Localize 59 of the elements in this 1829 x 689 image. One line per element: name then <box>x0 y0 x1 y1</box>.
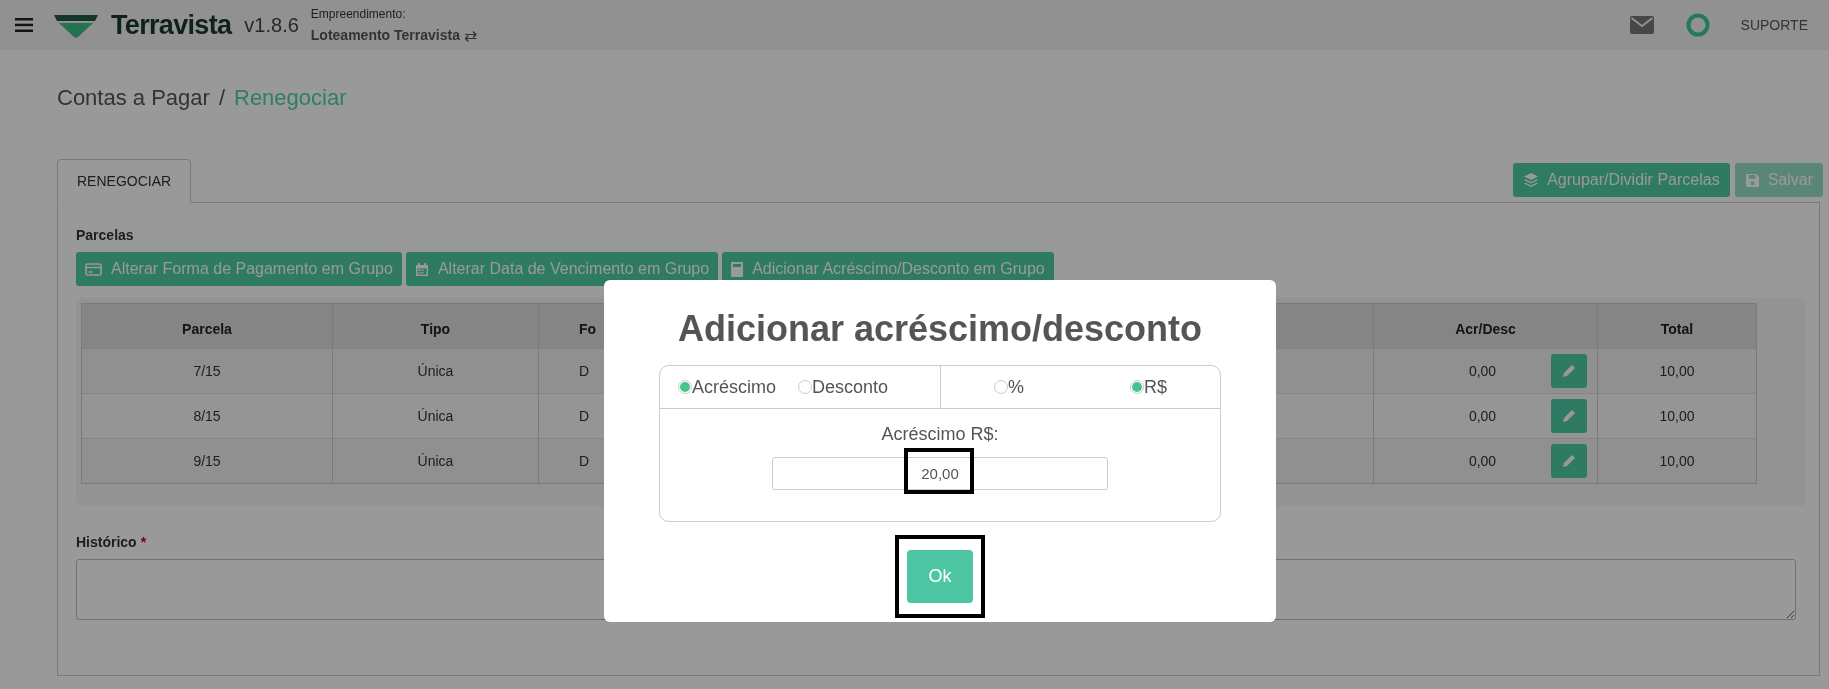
radio-button[interactable] <box>798 380 812 394</box>
column-header: Total <box>1660 320 1694 339</box>
table-cell-text: 0,00 <box>1467 361 1498 381</box>
radio-label[interactable]: Desconto <box>812 373 889 401</box>
table-cell-text: 9/15 <box>193 451 221 471</box>
ok-button[interactable]: Ok <box>907 550 973 603</box>
logo-icon <box>53 12 99 38</box>
table-cell-text: D <box>579 406 590 426</box>
column-header: Acr/Desc <box>1455 320 1516 339</box>
credit-card-icon <box>85 262 102 276</box>
calendar-icon <box>414 261 429 277</box>
required-mark: * <box>140 533 147 552</box>
project-label: Empreendimento: <box>310 6 407 22</box>
table-cell-text: 10,00 <box>1659 451 1695 471</box>
tab[interactable]: RENEGOCIAR <box>57 159 192 203</box>
table-cell-text: Única <box>417 406 454 426</box>
table-cell-text: 0,00 <box>1467 406 1498 426</box>
table-cell-text: Única <box>417 361 454 381</box>
edit-button[interactable] <box>1551 399 1587 433</box>
radio-label[interactable]: % <box>1008 373 1024 401</box>
radio-button[interactable] <box>678 380 692 394</box>
breadcrumb-link[interactable]: Contas a Pagar <box>57 80 210 114</box>
column-header: Fo <box>579 320 597 339</box>
layers-icon <box>1523 172 1540 188</box>
radio-button[interactable] <box>1130 380 1144 394</box>
section-title: Parcelas <box>76 226 135 245</box>
table-cell-text: Única <box>417 451 454 471</box>
pencil-icon <box>1562 454 1576 468</box>
edit-button[interactable] <box>1551 354 1587 388</box>
menu-icon[interactable] <box>15 18 33 32</box>
table-cell-text: 10,00 <box>1659 406 1695 426</box>
table-cell-text: 8/15 <box>193 406 221 426</box>
field-label: Acréscimo R$: <box>881 423 999 445</box>
breadcrumb-separator: / <box>218 83 225 112</box>
table-cell-text: 10,00 <box>1659 361 1695 381</box>
table-cell-text: 0,00 <box>1467 451 1498 471</box>
support-link[interactable]: SUPORTE <box>1740 14 1808 36</box>
pencil-icon <box>1562 364 1576 378</box>
radio-label[interactable]: R$ <box>1144 373 1167 401</box>
version-text: v1.8.6 <box>244 13 299 38</box>
column-header: Tipo <box>420 320 451 339</box>
save-icon <box>1744 172 1760 188</box>
status-ring-icon <box>1685 13 1710 37</box>
mail-icon[interactable] <box>1629 16 1654 34</box>
amount-input[interactable]: 20,00 <box>772 457 1108 490</box>
radio-button[interactable] <box>994 380 1008 394</box>
edit-button[interactable] <box>1551 444 1587 478</box>
dialog-title: Adicionar acréscimo/desconto <box>677 307 1203 351</box>
radio-label[interactable]: Acréscimo <box>692 373 776 401</box>
table-cell-text: D <box>579 361 590 381</box>
pencil-icon <box>1562 409 1576 423</box>
app-name: Terravista <box>111 8 232 42</box>
column-header: Parcela <box>182 320 232 339</box>
table-cell-text: 7/15 <box>193 361 221 381</box>
project-name[interactable]: Loteamento Terravista <box>310 26 460 45</box>
switch-icon[interactable]: ⇄ <box>463 25 477 46</box>
field-label: Histórico <box>76 533 137 552</box>
calculator-icon <box>731 261 744 277</box>
table-cell-text: D <box>579 451 590 471</box>
